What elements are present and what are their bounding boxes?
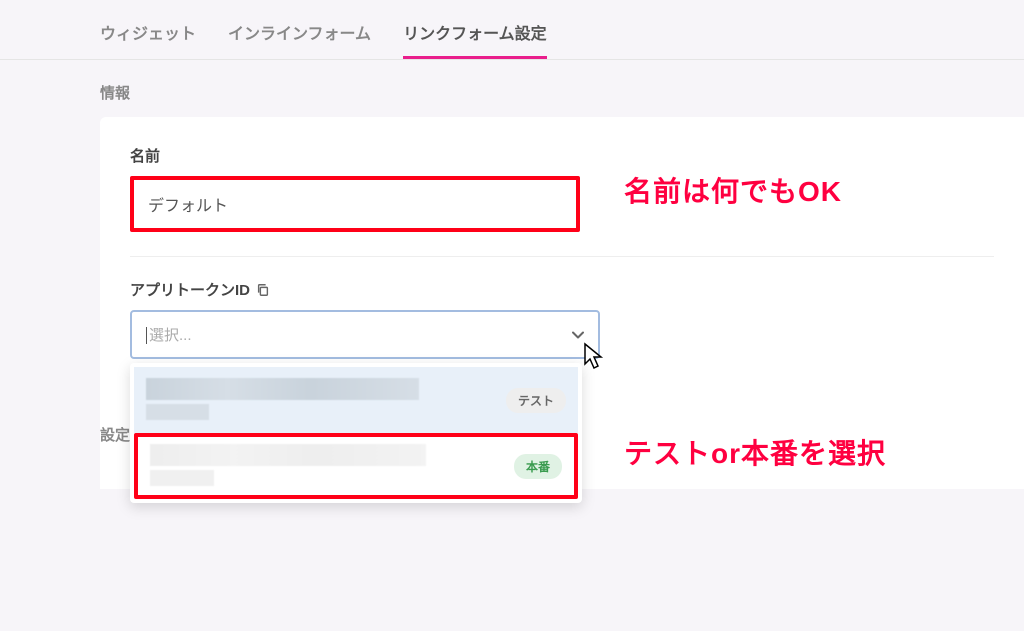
token-option-test[interactable]: テスト	[134, 367, 578, 433]
token-label-text: アプリトークンID	[130, 279, 250, 300]
badge-prod: 本番	[514, 454, 562, 479]
copy-icon[interactable]	[256, 283, 270, 297]
token-select[interactable]: 選択... テスト	[130, 310, 600, 359]
name-label: 名前	[130, 145, 994, 166]
badge-test: テスト	[506, 388, 566, 413]
token-dropdown: テスト 本番	[130, 363, 582, 503]
token-option-prod[interactable]: 本番	[134, 433, 578, 499]
annotation-select-env: テストor本番を選択	[624, 432, 886, 472]
token-field: アプリトークンID 選択...	[100, 279, 1024, 359]
name-input[interactable]: デフォルト	[130, 176, 580, 232]
option-redacted-text	[150, 444, 504, 488]
tab-link-form-settings[interactable]: リンクフォーム設定	[403, 20, 547, 59]
chevron-down-icon	[572, 328, 584, 342]
info-card: 名前 デフォルト アプリトークンID 選択...	[100, 117, 1024, 391]
token-placeholder: 選択...	[146, 327, 192, 344]
option-redacted-text	[146, 378, 496, 422]
divider	[130, 256, 994, 257]
tab-bar: ウィジェット インラインフォーム リンクフォーム設定	[0, 0, 1024, 60]
section-label-info: 情報	[0, 60, 1024, 117]
tab-inline-form[interactable]: インラインフォーム	[228, 20, 371, 59]
annotation-name-ok: 名前は何でもOK	[624, 170, 842, 210]
token-label: アプリトークンID	[130, 279, 994, 300]
tab-widget[interactable]: ウィジェット	[100, 20, 196, 59]
section-label-settings: 設定	[100, 424, 130, 445]
name-field: 名前 デフォルト	[100, 145, 1024, 232]
token-select-input[interactable]: 選択...	[130, 310, 600, 359]
